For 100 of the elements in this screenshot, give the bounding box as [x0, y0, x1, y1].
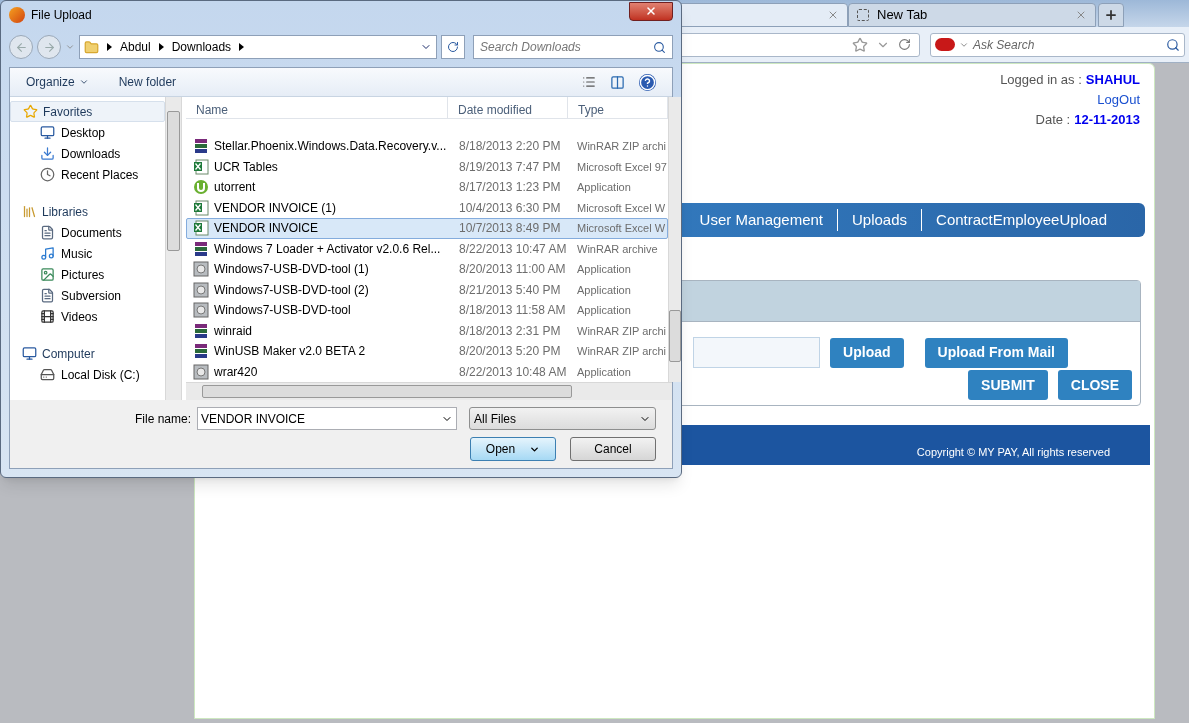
dialog-button[interactable]: Cancel [570, 437, 656, 461]
upload-button[interactable]: Upload [830, 337, 904, 368]
search-placeholder: Search Downloads [480, 39, 581, 56]
file-type-select[interactable]: All Files [469, 407, 656, 430]
file-date: 8/17/2013 1:23 PM [458, 179, 562, 197]
file-type: Application [576, 364, 631, 380]
computer-icon [22, 346, 37, 361]
nav-item-label: Recent Places [61, 166, 139, 184]
forward-button[interactable] [37, 35, 61, 59]
history-caret-icon[interactable] [65, 42, 75, 52]
close-icon[interactable] [827, 9, 839, 21]
bookmark-star-icon[interactable] [852, 36, 868, 53]
music-icon [40, 246, 55, 261]
vertical-scrollbar[interactable] [165, 97, 182, 400]
new-tab-button[interactable] [1098, 3, 1124, 27]
file-row[interactable]: wrar420 8/22/2013 10:48 AM Application [186, 361, 668, 382]
file-type: Application [576, 262, 631, 277]
nav-item[interactable]: Subversion [10, 285, 165, 306]
view-list-icon[interactable] [582, 75, 596, 89]
list-scrollbar[interactable] [667, 97, 681, 382]
nav-group-label: Computer [42, 345, 95, 363]
file-name-field[interactable]: VENDOR INVOICE [197, 407, 457, 430]
breadcrumb-bar[interactable]: Abdul Downloads [79, 35, 437, 59]
file-row[interactable]: Stellar.Phoenix.Windows.Data.Recovery.v... 8/18/2013 2:20 PM WinRAR ZIP archi [186, 136, 668, 157]
nav-item[interactable]: Downloads [10, 143, 165, 164]
nav-item[interactable]: Recent Places [10, 164, 165, 185]
column-header[interactable]: Type [568, 97, 668, 118]
file-date: 8/19/2013 7:47 PM [458, 158, 562, 176]
close-button[interactable] [629, 1, 673, 21]
file-row[interactable]: VENDOR INVOICE 10/7/2013 8:49 PM Microsoft Excel W [186, 218, 668, 239]
file-name: Stellar.Phoenix.Windows.Data.Recovery.v... [214, 138, 447, 156]
installer-icon [193, 281, 209, 298]
date-value: 12-11-2013 [1074, 111, 1140, 129]
file-row[interactable]: utorrent 8/17/2013 1:23 PM Application [186, 177, 668, 198]
file-type: Application [576, 180, 631, 195]
breadcrumb-item[interactable]: Downloads [171, 38, 232, 56]
installer-icon [193, 261, 209, 278]
nav-item-label: Music [61, 245, 93, 263]
action-button[interactable]: CLOSE [1057, 370, 1132, 400]
dialog-title: File Upload [31, 7, 92, 24]
file-row[interactable]: Windows7-USB-DVD-tool 8/18/2013 11:58 AM Application [186, 300, 668, 321]
archive-icon [193, 138, 209, 155]
ask-search-field[interactable]: Ask Search [930, 32, 1185, 57]
file-row[interactable]: UCR Tables 8/19/2013 7:47 PM Microsoft Excel 97 [186, 156, 668, 177]
file-name: Windows7-USB-DVD-tool [214, 302, 351, 320]
file-date: 8/21/2013 5:40 PM [458, 281, 562, 299]
file-name: WinUSB Maker v2.0 BETA 2 [214, 343, 366, 361]
logout-link[interactable]: LogOut [1097, 90, 1140, 110]
new-folder-button[interactable]: New folder [118, 73, 177, 91]
nav-item[interactable]: Desktop [10, 122, 165, 143]
search-icon[interactable] [1166, 37, 1180, 52]
upload-button[interactable]: Upload From Mail [924, 337, 1068, 368]
nav-group[interactable]: Computer [10, 343, 165, 364]
breadcrumb-arrow-icon [158, 43, 164, 51]
file-type: WinRAR ZIP archi [576, 323, 667, 339]
breadcrumb-item[interactable]: Abdul [120, 38, 151, 56]
file-row[interactable]: winraid 8/18/2013 2:31 PM WinRAR ZIP archi [186, 320, 668, 341]
back-button[interactable] [9, 35, 33, 59]
menu-item[interactable]: User Management [699, 208, 823, 232]
nav-group[interactable]: Favorites [10, 101, 165, 122]
search-icon[interactable] [653, 40, 666, 54]
file-name: VENDOR INVOICE [214, 220, 318, 238]
reload-icon[interactable] [898, 38, 911, 51]
caret-icon [78, 77, 89, 87]
installer-icon [193, 363, 209, 380]
file-date: 8/22/2013 10:47 AM [458, 240, 568, 258]
file-type: Microsoft Excel W [576, 221, 665, 236]
column-header[interactable]: Name [186, 97, 448, 118]
file-row[interactable]: Windows7-USB-DVD-tool (1) 8/20/2013 11:00 AM Application [186, 259, 668, 280]
nav-item[interactable]: Music [10, 243, 165, 264]
nav-item-label: Videos [61, 308, 98, 326]
file-date: 8/18/2013 11:58 AM [458, 302, 567, 320]
menu-item[interactable]: ContractEmployeeUpload [936, 208, 1107, 232]
refresh-button[interactable] [441, 35, 465, 59]
nav-item[interactable]: Videos [10, 306, 165, 327]
close-icon[interactable] [1075, 9, 1087, 21]
folder-icon [84, 39, 99, 55]
file-row[interactable]: VENDOR INVOICE (1) 10/4/2013 6:30 PM Microsoft Excel W [186, 197, 668, 218]
nav-item[interactable]: Local Disk (C:) [10, 364, 165, 385]
dialog-button[interactable]: Open [470, 437, 556, 461]
nav-group[interactable]: Libraries [10, 201, 165, 222]
file-row[interactable]: Windows 7 Loader + Activator v2.0.6 Rel... 8/22/2013 10:47 AM WinRAR archive [186, 238, 668, 259]
file-type: WinRAR archive [576, 241, 658, 257]
action-button[interactable]: SUBMIT [968, 370, 1048, 400]
nav-item-label: Subversion [61, 287, 122, 305]
search-field[interactable]: Search Downloads [473, 35, 673, 59]
menu-item[interactable]: Uploads [852, 208, 908, 232]
browser-tab[interactable]: New Tab [848, 3, 1096, 27]
file-row[interactable]: Windows7-USB-DVD-tool (2) 8/21/2013 5:40 PM Application [186, 279, 668, 300]
column-header[interactable]: Date modified [448, 97, 568, 118]
file-path-field[interactable] [693, 337, 821, 368]
horizontal-scrollbar[interactable] [186, 382, 672, 400]
nav-item[interactable]: Documents [10, 222, 165, 243]
file-row[interactable]: WinUSB Maker v2.0 BETA 2 8/20/2013 5:20 PM WinRAR ZIP archi [186, 341, 668, 362]
organize-button[interactable]: Organize [26, 73, 89, 91]
help-icon[interactable] [639, 73, 656, 91]
logged-in-label: Logged in as : [1000, 71, 1082, 89]
preview-pane-icon[interactable] [610, 74, 625, 90]
monitor-icon [40, 125, 55, 140]
nav-item[interactable]: Pictures [10, 264, 165, 285]
